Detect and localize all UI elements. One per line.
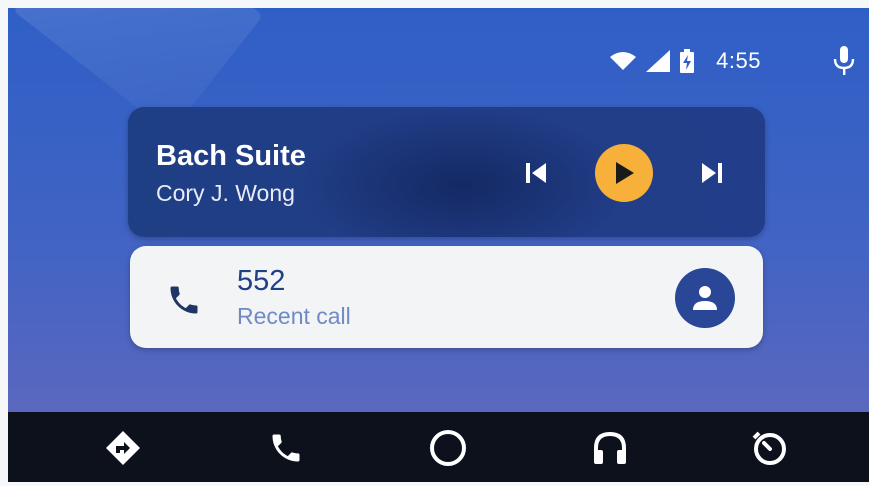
home-icon: [430, 430, 466, 466]
song-artist: Cory J. Wong: [156, 180, 295, 206]
nav-navigation-button[interactable]: [101, 428, 145, 468]
battery-charging-icon: [680, 49, 695, 73]
cell-signal-icon: [646, 50, 671, 72]
status-icons: [610, 49, 695, 73]
play-button[interactable]: [595, 144, 653, 202]
phone-icon: [170, 286, 198, 314]
bottom-nav-bar: [8, 412, 869, 482]
nav-overview-button[interactable]: [748, 428, 792, 468]
skip-previous-button[interactable]: [518, 155, 554, 191]
call-subtitle: Recent call: [237, 303, 351, 329]
nav-phone-button[interactable]: [264, 428, 308, 468]
album-art-background: [298, 107, 628, 237]
nav-audio-button[interactable]: [588, 428, 632, 468]
contact-avatar-button[interactable]: [675, 268, 735, 328]
recent-call-card[interactable]: 552 Recent call: [130, 246, 763, 348]
play-icon: [616, 162, 634, 184]
navigation-icon: [106, 431, 140, 465]
skip-previous-icon: [526, 163, 546, 183]
microphone-icon[interactable]: [833, 46, 855, 76]
android-auto-screen: 4:55 Bach Suite Cory J. Wong 552 Recent …: [8, 8, 869, 482]
overview-icon: [752, 431, 786, 465]
clock: 4:55: [716, 48, 761, 73]
audio-icon: [594, 431, 626, 464]
contact-avatar-icon: [693, 286, 717, 310]
skip-next-icon: [702, 163, 722, 183]
skip-next-button[interactable]: [694, 155, 730, 191]
nav-home-button[interactable]: [426, 428, 470, 468]
wifi-icon: [610, 52, 637, 70]
call-number: 552: [237, 265, 286, 297]
now-playing-card[interactable]: Bach Suite Cory J. Wong: [128, 107, 765, 237]
song-title: Bach Suite: [156, 140, 306, 172]
phone-icon: [272, 434, 300, 462]
status-bar: 4:55: [610, 44, 855, 78]
